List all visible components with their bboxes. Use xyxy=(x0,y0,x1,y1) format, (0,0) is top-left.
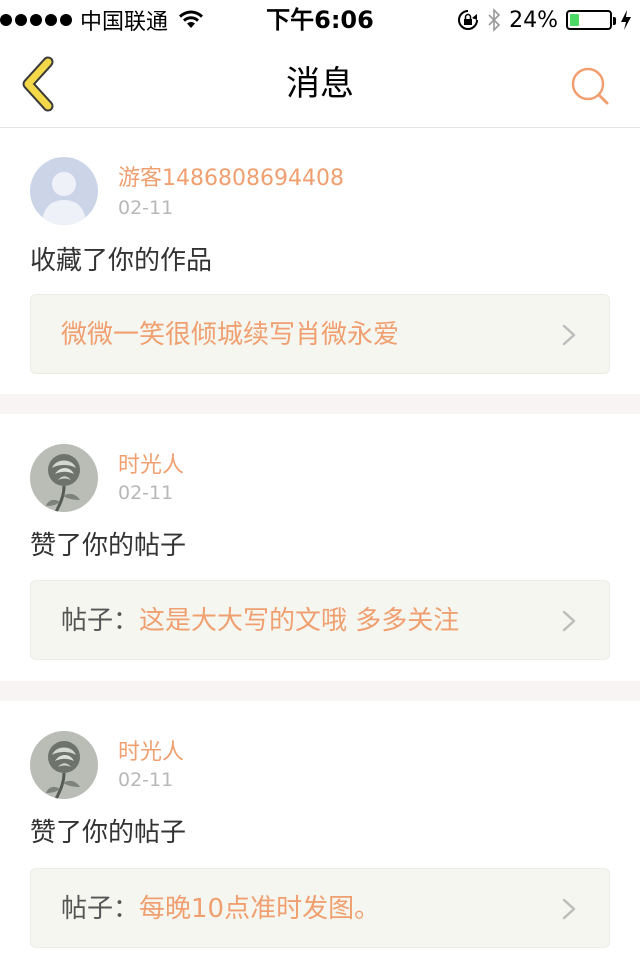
chevron-right-icon xyxy=(562,324,576,346)
page-title: 消息 xyxy=(286,64,354,104)
message-card: 时光人 02-11 赞了你的帖子 帖子：每晚10点准时发图。 xyxy=(0,701,640,960)
message-date: 02-11 xyxy=(118,769,174,791)
battery-icon xyxy=(566,10,616,30)
link-title: 这是大大写的文哦 多多关注 xyxy=(139,606,460,636)
search-icon[interactable] xyxy=(568,64,612,108)
rose-avatar[interactable] xyxy=(30,444,98,512)
link-text: 帖子：这是大大写的文哦 多多关注 xyxy=(61,581,459,661)
link-title: 每晚10点准时发图。 xyxy=(139,894,381,924)
link-text: 帖子：每晚10点准时发图。 xyxy=(61,869,380,949)
message-action: 赞了你的帖子 xyxy=(30,818,187,848)
post-link[interactable]: 帖子：这是大大写的文哦 多多关注 xyxy=(30,580,610,660)
card-separator xyxy=(0,681,640,701)
charging-icon xyxy=(621,10,631,30)
card-separator xyxy=(0,394,640,414)
battery-level-fill xyxy=(570,14,580,26)
link-title: 微微一笑很倾城续写肖微永爱 xyxy=(61,320,400,350)
work-link[interactable]: 微微一笑很倾城续写肖微永爱 xyxy=(30,294,610,374)
battery-percent: 24% xyxy=(509,7,558,33)
link-prefix: 帖子： xyxy=(61,606,140,636)
bluetooth-icon xyxy=(488,8,501,32)
link-text: 微微一笑很倾城续写肖微永爱 xyxy=(61,295,399,375)
status-bar: 中国联通 下午6:06 24% xyxy=(0,0,640,40)
username[interactable]: 时光人 xyxy=(118,739,184,767)
status-right: 24% xyxy=(457,5,632,35)
username[interactable]: 游客1486808694408 xyxy=(118,165,344,193)
chevron-right-icon xyxy=(562,898,576,920)
message-action: 收藏了你的作品 xyxy=(30,246,213,276)
default-avatar-icon[interactable] xyxy=(30,157,98,225)
rotation-lock-icon xyxy=(458,10,479,30)
navigation-bar: 消息 xyxy=(0,40,640,128)
message-date: 02-11 xyxy=(118,197,174,219)
message-card: 游客1486808694408 02-11 收藏了你的作品 微微一笑很倾城续写肖… xyxy=(0,129,640,394)
link-prefix: 帖子： xyxy=(61,894,140,924)
message-action: 赞了你的帖子 xyxy=(30,531,187,561)
post-link[interactable]: 帖子：每晚10点准时发图。 xyxy=(30,868,610,948)
chevron-right-icon xyxy=(562,610,576,632)
message-card: 时光人 02-11 赞了你的帖子 帖子：这是大大写的文哦 多多关注 xyxy=(0,414,640,681)
username[interactable]: 时光人 xyxy=(118,452,184,480)
rose-avatar[interactable] xyxy=(30,731,98,799)
message-date: 02-11 xyxy=(118,482,174,504)
